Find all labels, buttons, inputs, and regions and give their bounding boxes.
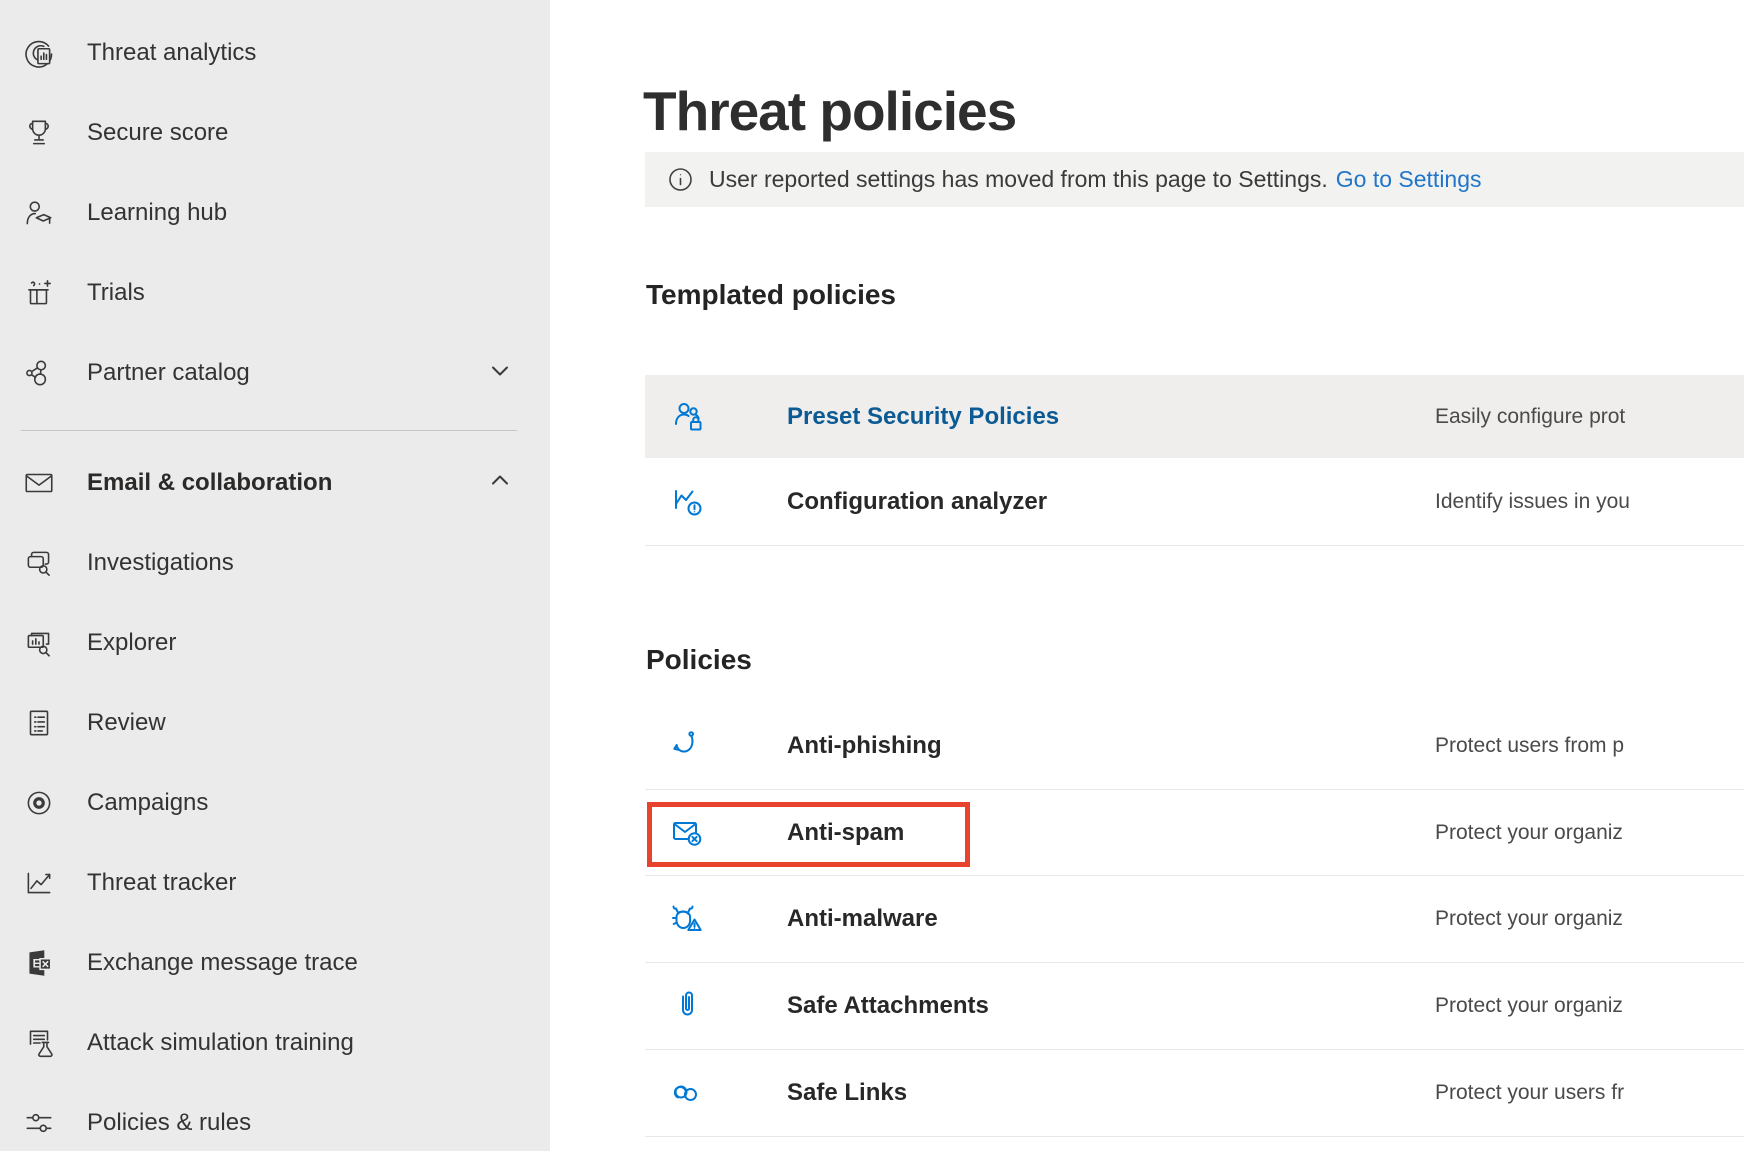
sidebar-item-label: Secure score [87, 119, 228, 147]
sidebar-item-label: Campaigns [87, 789, 208, 817]
policy-label[interactable]: Anti-phishing [787, 732, 942, 760]
attack-simulation-icon [21, 1025, 57, 1061]
policy-label[interactable]: Anti-spam [787, 819, 904, 847]
anti-phishing-icon [668, 726, 708, 766]
sidebar-item-label: Trials [87, 279, 145, 307]
policy-label[interactable]: Configuration analyzer [787, 488, 1047, 516]
policy-description: Protect users from p [1435, 734, 1624, 758]
policy-description: Protect your users fr [1435, 1081, 1624, 1105]
threat-analytics-icon [21, 35, 57, 71]
sidebar-item-attack-simulation-training[interactable]: Attack simulation training [0, 1003, 550, 1083]
sidebar-item-label: Policies & rules [87, 1109, 251, 1137]
sidebar-item-label: Investigations [87, 549, 234, 577]
sidebar-item-partner-catalog[interactable]: Partner catalog [0, 333, 550, 413]
main-content: Threat policies User reported settings h… [550, 0, 1744, 1151]
sidebar-item-email-collaboration[interactable]: Email & collaboration [0, 443, 550, 523]
chevron-up-icon[interactable] [488, 469, 512, 498]
banner-message: User reported settings has moved from th… [709, 166, 1328, 193]
sidebar-item-explorer[interactable]: Explorer [0, 603, 550, 683]
policy-description: Protect your organiz [1435, 821, 1623, 845]
preset-security-policies-icon [668, 397, 708, 437]
anti-spam-icon [668, 813, 708, 853]
row-safe-attachments[interactable]: Safe Attachments Protect your organiz [645, 963, 1744, 1050]
campaigns-icon [21, 785, 57, 821]
learning-hub-icon [21, 195, 57, 231]
policy-label[interactable]: Safe Attachments [787, 992, 989, 1020]
go-to-settings-link[interactable]: Go to Settings [1336, 166, 1482, 193]
trials-icon [21, 275, 57, 311]
chevron-down-icon[interactable] [488, 359, 512, 388]
sidebar-item-investigations[interactable]: Investigations [0, 523, 550, 603]
sidebar-item-review[interactable]: Review [0, 683, 550, 763]
sidebar-item-campaigns[interactable]: Campaigns [0, 763, 550, 843]
sidebar-divider [21, 430, 517, 431]
safe-links-icon [668, 1073, 708, 1113]
section-heading-templated-policies: Templated policies [646, 279, 896, 311]
sidebar-item-exchange-message-trace[interactable]: E Exchange message trace [0, 923, 550, 1003]
sidebar-item-threat-analytics[interactable]: Threat analytics [0, 13, 550, 93]
sidebar-item-threat-tracker[interactable]: Threat tracker [0, 843, 550, 923]
row-configuration-analyzer[interactable]: Configuration analyzer Identify issues i… [645, 458, 1744, 546]
safe-attachments-icon [668, 986, 708, 1026]
review-icon [21, 705, 57, 741]
page-title: Threat policies [643, 79, 1016, 143]
policy-label[interactable]: Safe Links [787, 1079, 907, 1107]
sidebar-item-learning-hub[interactable]: Learning hub [0, 173, 550, 253]
sidebar-item-label: Partner catalog [87, 359, 250, 387]
row-safe-links[interactable]: Safe Links Protect your users fr [645, 1050, 1744, 1137]
sidebar-item-policies-rules[interactable]: Policies & rules [0, 1083, 550, 1163]
anti-malware-icon [668, 899, 708, 939]
policy-description: Protect your organiz [1435, 907, 1623, 931]
sidebar-item-label: Threat tracker [87, 869, 236, 897]
investigations-icon [21, 545, 57, 581]
explorer-icon [21, 625, 57, 661]
configuration-analyzer-icon [668, 482, 708, 522]
secure-score-icon [21, 115, 57, 151]
sidebar: Threat analytics Secure score Learning h… [0, 0, 550, 1151]
threat-tracker-icon [21, 865, 57, 901]
row-anti-malware[interactable]: Anti-malware Protect your organiz [645, 876, 1744, 963]
sidebar-item-label: Review [87, 709, 166, 737]
email-collaboration-icon [21, 465, 57, 501]
partner-catalog-icon [21, 355, 57, 391]
policy-description: Identify issues in you [1435, 490, 1630, 514]
sidebar-item-secure-score[interactable]: Secure score [0, 93, 550, 173]
exchange-icon: E [21, 945, 57, 981]
section-heading-policies: Policies [646, 644, 752, 676]
policy-label[interactable]: Anti-malware [787, 905, 938, 933]
row-preset-security-policies[interactable]: Preset Security Policies Easily configur… [645, 375, 1744, 458]
sidebar-item-label: Email & collaboration [87, 469, 332, 497]
sidebar-item-label: Explorer [87, 629, 176, 657]
sidebar-item-label: Learning hub [87, 199, 227, 227]
sidebar-item-trials[interactable]: Trials [0, 253, 550, 333]
sidebar-item-label: Threat analytics [87, 39, 256, 67]
info-banner: User reported settings has moved from th… [645, 152, 1744, 207]
sidebar-item-label: Attack simulation training [87, 1029, 354, 1057]
row-anti-phishing[interactable]: Anti-phishing Protect users from p [645, 703, 1744, 790]
sidebar-item-label: Exchange message trace [87, 949, 358, 977]
policies-rules-icon [21, 1105, 57, 1141]
policy-label[interactable]: Preset Security Policies [787, 403, 1059, 431]
policy-description: Protect your organiz [1435, 994, 1623, 1018]
info-icon [667, 166, 694, 193]
row-anti-spam[interactable]: Anti-spam Protect your organiz [645, 790, 1744, 876]
policy-description: Easily configure prot [1435, 405, 1625, 429]
